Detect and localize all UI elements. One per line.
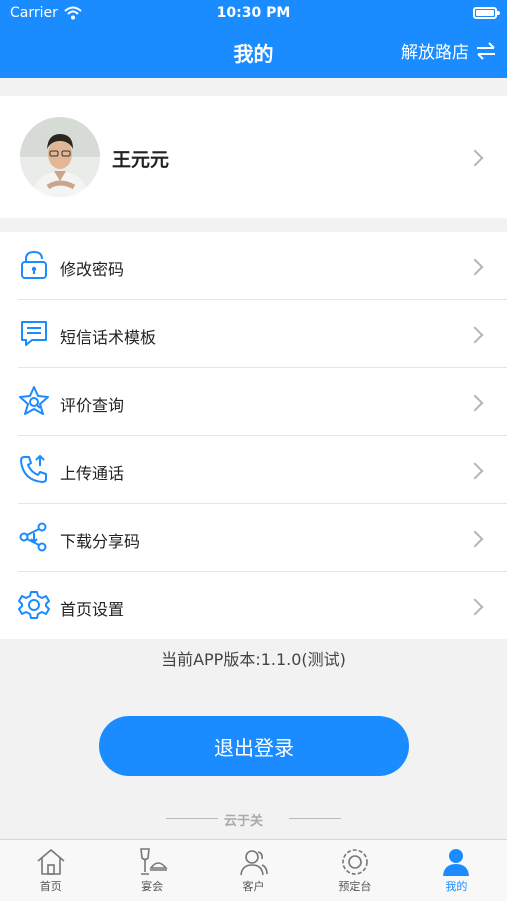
- chevron-right-icon: [466, 462, 484, 480]
- logout-button[interactable]: 退出登录: [99, 716, 409, 776]
- menu-label: 短信话术模板: [60, 328, 157, 347]
- divider: [166, 818, 218, 819]
- menu-label: 评价查询: [60, 396, 125, 415]
- tab-home[interactable]: 首页: [0, 840, 101, 901]
- tab-bar: 首页 宴会 客户 预定台 我的: [0, 839, 507, 901]
- tab-label: 客户: [242, 880, 265, 893]
- message-icon: [21, 321, 47, 346]
- app-version: 当前APP版本:1.1.0(测试): [161, 650, 346, 669]
- tab-profile[interactable]: 我的: [406, 840, 507, 901]
- customers-icon: [239, 850, 268, 876]
- gear-icon: [18, 591, 50, 619]
- menu-item-change-password[interactable]: 修改密码: [18, 232, 507, 300]
- tab-reservation[interactable]: 预定台: [304, 840, 405, 901]
- menu-item-upload-calls[interactable]: 上传通话: [18, 436, 507, 504]
- chevron-right-icon: [466, 149, 484, 167]
- brand-logo: 云于关: [224, 814, 264, 829]
- user-name: 王元元: [112, 149, 170, 171]
- profile-icon: [443, 849, 470, 876]
- menu-item-sms-templates[interactable]: 短信话术模板: [18, 300, 507, 368]
- brand-footer: 云于关: [166, 806, 341, 832]
- chevron-right-icon: [466, 598, 484, 616]
- tab-customers[interactable]: 客户: [203, 840, 304, 901]
- avatar: [20, 117, 100, 197]
- menu-label: 修改密码: [60, 260, 125, 279]
- tab-label: 首页: [39, 880, 62, 893]
- menu-label: 下载分享码: [60, 532, 141, 551]
- chevron-right-icon: [466, 258, 484, 276]
- chevron-right-icon: [466, 530, 484, 548]
- menu-label: 上传通话: [60, 464, 125, 483]
- tab-label: 我的: [445, 880, 468, 893]
- menu-item-download-share-code[interactable]: 下载分享码: [18, 504, 507, 572]
- phone-upload-icon: [20, 454, 47, 483]
- store-name: 解放路店: [401, 43, 469, 63]
- chevron-right-icon: [466, 394, 484, 412]
- clock: 10:30 PM: [216, 5, 291, 21]
- header: Carrier 10:30 PM 我的 解放路店: [0, 0, 507, 78]
- menu-item-review-query[interactable]: 评价查询: [18, 368, 507, 436]
- settings-menu: 修改密码 短信话术模板 评价查询 上传通话 下载分享码 首页设置: [0, 232, 507, 639]
- tab-banquet[interactable]: 宴会: [101, 840, 202, 901]
- share-download-icon: [19, 522, 47, 552]
- star-search-icon: [19, 386, 49, 415]
- status-bar: Carrier 10:30 PM: [0, 5, 507, 25]
- menu-label: 首页设置: [60, 600, 125, 619]
- battery-icon: [473, 7, 500, 19]
- store-switch-button[interactable]: 解放路店: [401, 38, 497, 63]
- profile-row[interactable]: 王元元: [0, 96, 507, 218]
- home-icon: [37, 849, 65, 875]
- switch-arrows-icon: [477, 41, 495, 60]
- lock-icon: [21, 250, 47, 279]
- tab-label: 预定台: [338, 880, 372, 893]
- menu-item-home-settings[interactable]: 首页设置: [18, 572, 507, 639]
- tab-label: 宴会: [141, 880, 164, 893]
- banquet-icon: [140, 848, 168, 875]
- divider: [289, 818, 341, 819]
- reservation-icon: [342, 849, 368, 875]
- chevron-right-icon: [466, 326, 484, 344]
